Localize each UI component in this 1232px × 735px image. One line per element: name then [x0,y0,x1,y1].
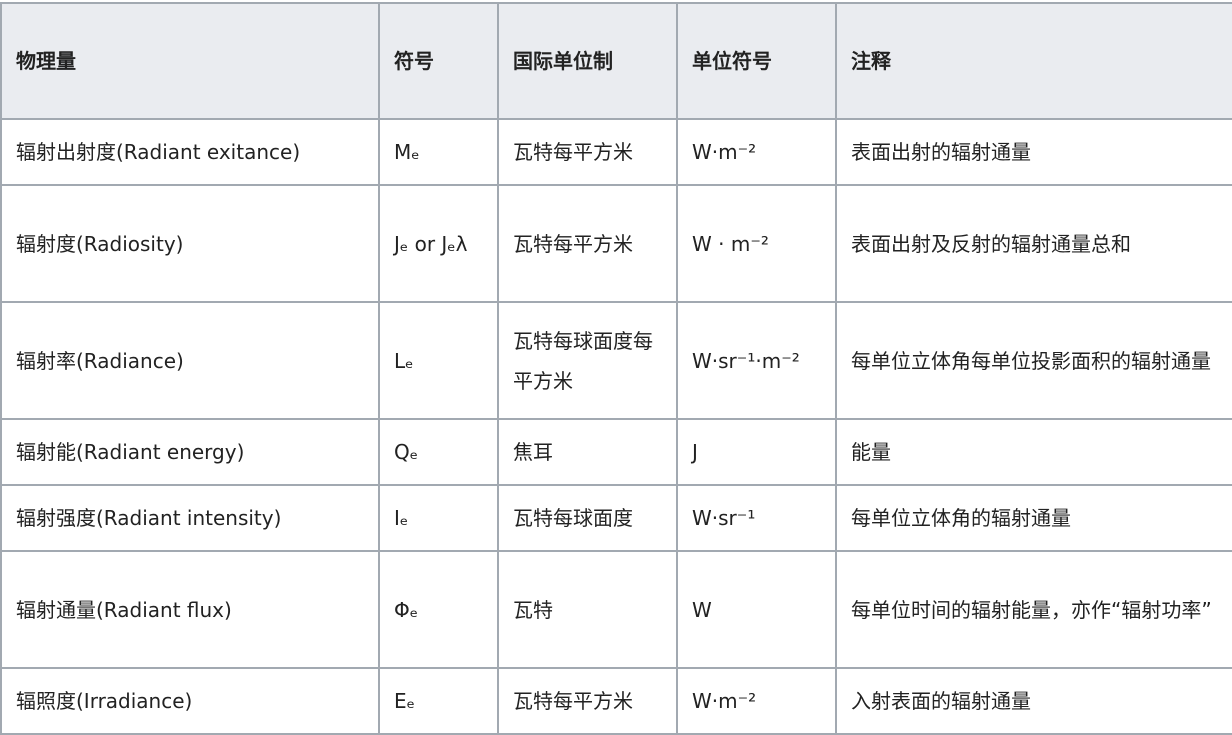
cell-symbol: Φₑ [378,550,499,669]
cell-quantity: 辐射强度(Radiant intensity) [0,484,380,552]
table-row: 辐射通量(Radiant flux) Φₑ 瓦特 W 每单位时间的辐射能量，亦作… [0,550,1232,669]
table-row: 辐照度(Irradiance) Eₑ 瓦特每平方米 W·m⁻² 入射表面的辐射通… [0,667,1232,735]
table-row: 辐射能(Radiant energy) Qₑ 焦耳 J 能量 [0,418,1232,486]
cell-symbol: Iₑ [378,484,499,552]
cell-symbol: Lₑ [378,301,499,420]
cell-si-unit: 瓦特每球面度 [497,484,678,552]
cell-symbol: Mₑ [378,118,499,186]
cell-quantity: 辐射率(Radiance) [0,301,380,420]
cell-unit-symbol: W·sr⁻¹ [676,484,837,552]
cell-quantity: 辐射度(Radiosity) [0,184,380,303]
table-row: 辐射强度(Radiant intensity) Iₑ 瓦特每球面度 W·sr⁻¹… [0,484,1232,552]
header-quantity: 物理量 [0,2,380,120]
cell-quantity: 辐射出射度(Radiant exitance) [0,118,380,186]
cell-note: 每单位立体角的辐射通量 [835,484,1232,552]
cell-symbol: Jₑ or Jₑλ [378,184,499,303]
cell-unit-symbol: W·m⁻² [676,667,837,735]
header-note: 注释 [835,2,1232,120]
cell-si-unit: 瓦特 [497,550,678,669]
cell-si-unit: 焦耳 [497,418,678,486]
cell-symbol: Eₑ [378,667,499,735]
cell-note: 每单位时间的辐射能量，亦作“辐射功率” [835,550,1232,669]
header-si-unit: 国际单位制 [497,2,678,120]
cell-note: 表面出射的辐射通量 [835,118,1232,186]
cell-quantity: 辐射能(Radiant energy) [0,418,380,486]
radiometry-table: 物理量 符号 国际单位制 单位符号 注释 辐射出射度(Radiant exita… [0,2,1232,735]
cell-si-unit: 瓦特每平方米 [497,118,678,186]
cell-si-unit: 瓦特每平方米 [497,667,678,735]
cell-quantity: 辐射通量(Radiant flux) [0,550,380,669]
cell-note: 表面出射及反射的辐射通量总和 [835,184,1232,303]
header-row: 物理量 符号 国际单位制 单位符号 注释 [0,2,1232,120]
header-unit-symbol: 单位符号 [676,2,837,120]
cell-unit-symbol: J [676,418,837,486]
header-symbol: 符号 [378,2,499,120]
cell-note: 每单位立体角每单位投影面积的辐射通量 [835,301,1232,420]
cell-note: 入射表面的辐射通量 [835,667,1232,735]
cell-unit-symbol: W · m⁻² [676,184,837,303]
cell-unit-symbol: W·sr⁻¹·m⁻² [676,301,837,420]
cell-quantity: 辐照度(Irradiance) [0,667,380,735]
cell-si-unit: 瓦特每球面度每平方米 [497,301,678,420]
cell-si-unit: 瓦特每平方米 [497,184,678,303]
table-row: 辐射度(Radiosity) Jₑ or Jₑλ 瓦特每平方米 W · m⁻² … [0,184,1232,303]
cell-unit-symbol: W [676,550,837,669]
cell-note: 能量 [835,418,1232,486]
table-row: 辐射率(Radiance) Lₑ 瓦特每球面度每平方米 W·sr⁻¹·m⁻² 每… [0,301,1232,420]
cell-unit-symbol: W·m⁻² [676,118,837,186]
cell-symbol: Qₑ [378,418,499,486]
table-row: 辐射出射度(Radiant exitance) Mₑ 瓦特每平方米 W·m⁻² … [0,118,1232,186]
